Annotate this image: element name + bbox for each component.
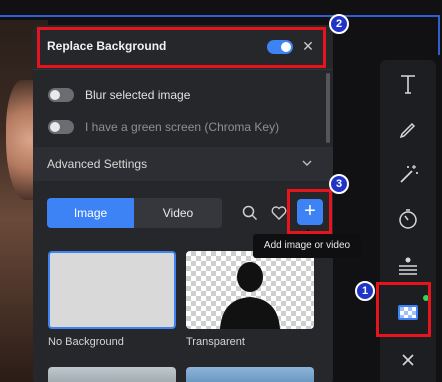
- thumbnail-caption: No Background: [48, 336, 124, 348]
- blur-label: Blur selected image: [85, 88, 191, 102]
- search-icon[interactable]: [241, 204, 259, 222]
- adjust-icon: [399, 257, 417, 275]
- green-screen-toggle[interactable]: [48, 120, 74, 134]
- add-media-tooltip: Add image or video: [253, 229, 361, 258]
- annotation-badge-3: 3: [329, 174, 349, 194]
- magic-wand-tool[interactable]: [394, 160, 422, 188]
- text-tool[interactable]: [394, 70, 422, 98]
- thumbnail-row-next[interactable]: [48, 367, 176, 382]
- annotation-box-3: [287, 189, 332, 234]
- panel-scrollbar[interactable]: [326, 73, 330, 143]
- adjust-tool[interactable]: [394, 250, 422, 278]
- person-silhouette-icon: [220, 262, 280, 329]
- timer-icon: [399, 209, 417, 229]
- canvas-selection-border-top: [0, 15, 440, 17]
- text-icon: [401, 75, 415, 94]
- annotation-box-1: [376, 282, 431, 337]
- annotation-badge-2: 2: [329, 14, 349, 34]
- magic-wand-icon: [400, 165, 418, 183]
- advanced-settings-row[interactable]: Advanced Settings: [33, 147, 333, 181]
- thumbnail-caption: Transparent: [186, 336, 245, 348]
- toolbar-close[interactable]: [394, 346, 422, 374]
- pen-icon: [399, 122, 416, 139]
- chevron-down-icon: [302, 160, 312, 166]
- pen-tool[interactable]: [394, 114, 422, 142]
- annotation-box-2: [37, 27, 326, 68]
- tab-video[interactable]: Video: [134, 198, 222, 228]
- thumbnail-row-next[interactable]: [186, 367, 314, 382]
- tab-image[interactable]: Image: [47, 198, 134, 228]
- annotation-badge-1: 1: [355, 281, 375, 301]
- media-type-tabs: Image Video: [47, 198, 222, 228]
- blur-toggle[interactable]: [48, 88, 74, 102]
- canvas-selection-border-right: [438, 15, 440, 55]
- timer-tool[interactable]: [394, 205, 422, 233]
- thumbnail-transparent[interactable]: [186, 251, 314, 329]
- divider: [33, 69, 333, 70]
- advanced-settings-label: Advanced Settings: [47, 157, 148, 171]
- heart-icon[interactable]: [270, 204, 288, 222]
- close-icon: [402, 354, 414, 366]
- thumbnail-no-background[interactable]: [48, 251, 176, 329]
- green-screen-label: I have a green screen (Chroma Key): [85, 120, 280, 134]
